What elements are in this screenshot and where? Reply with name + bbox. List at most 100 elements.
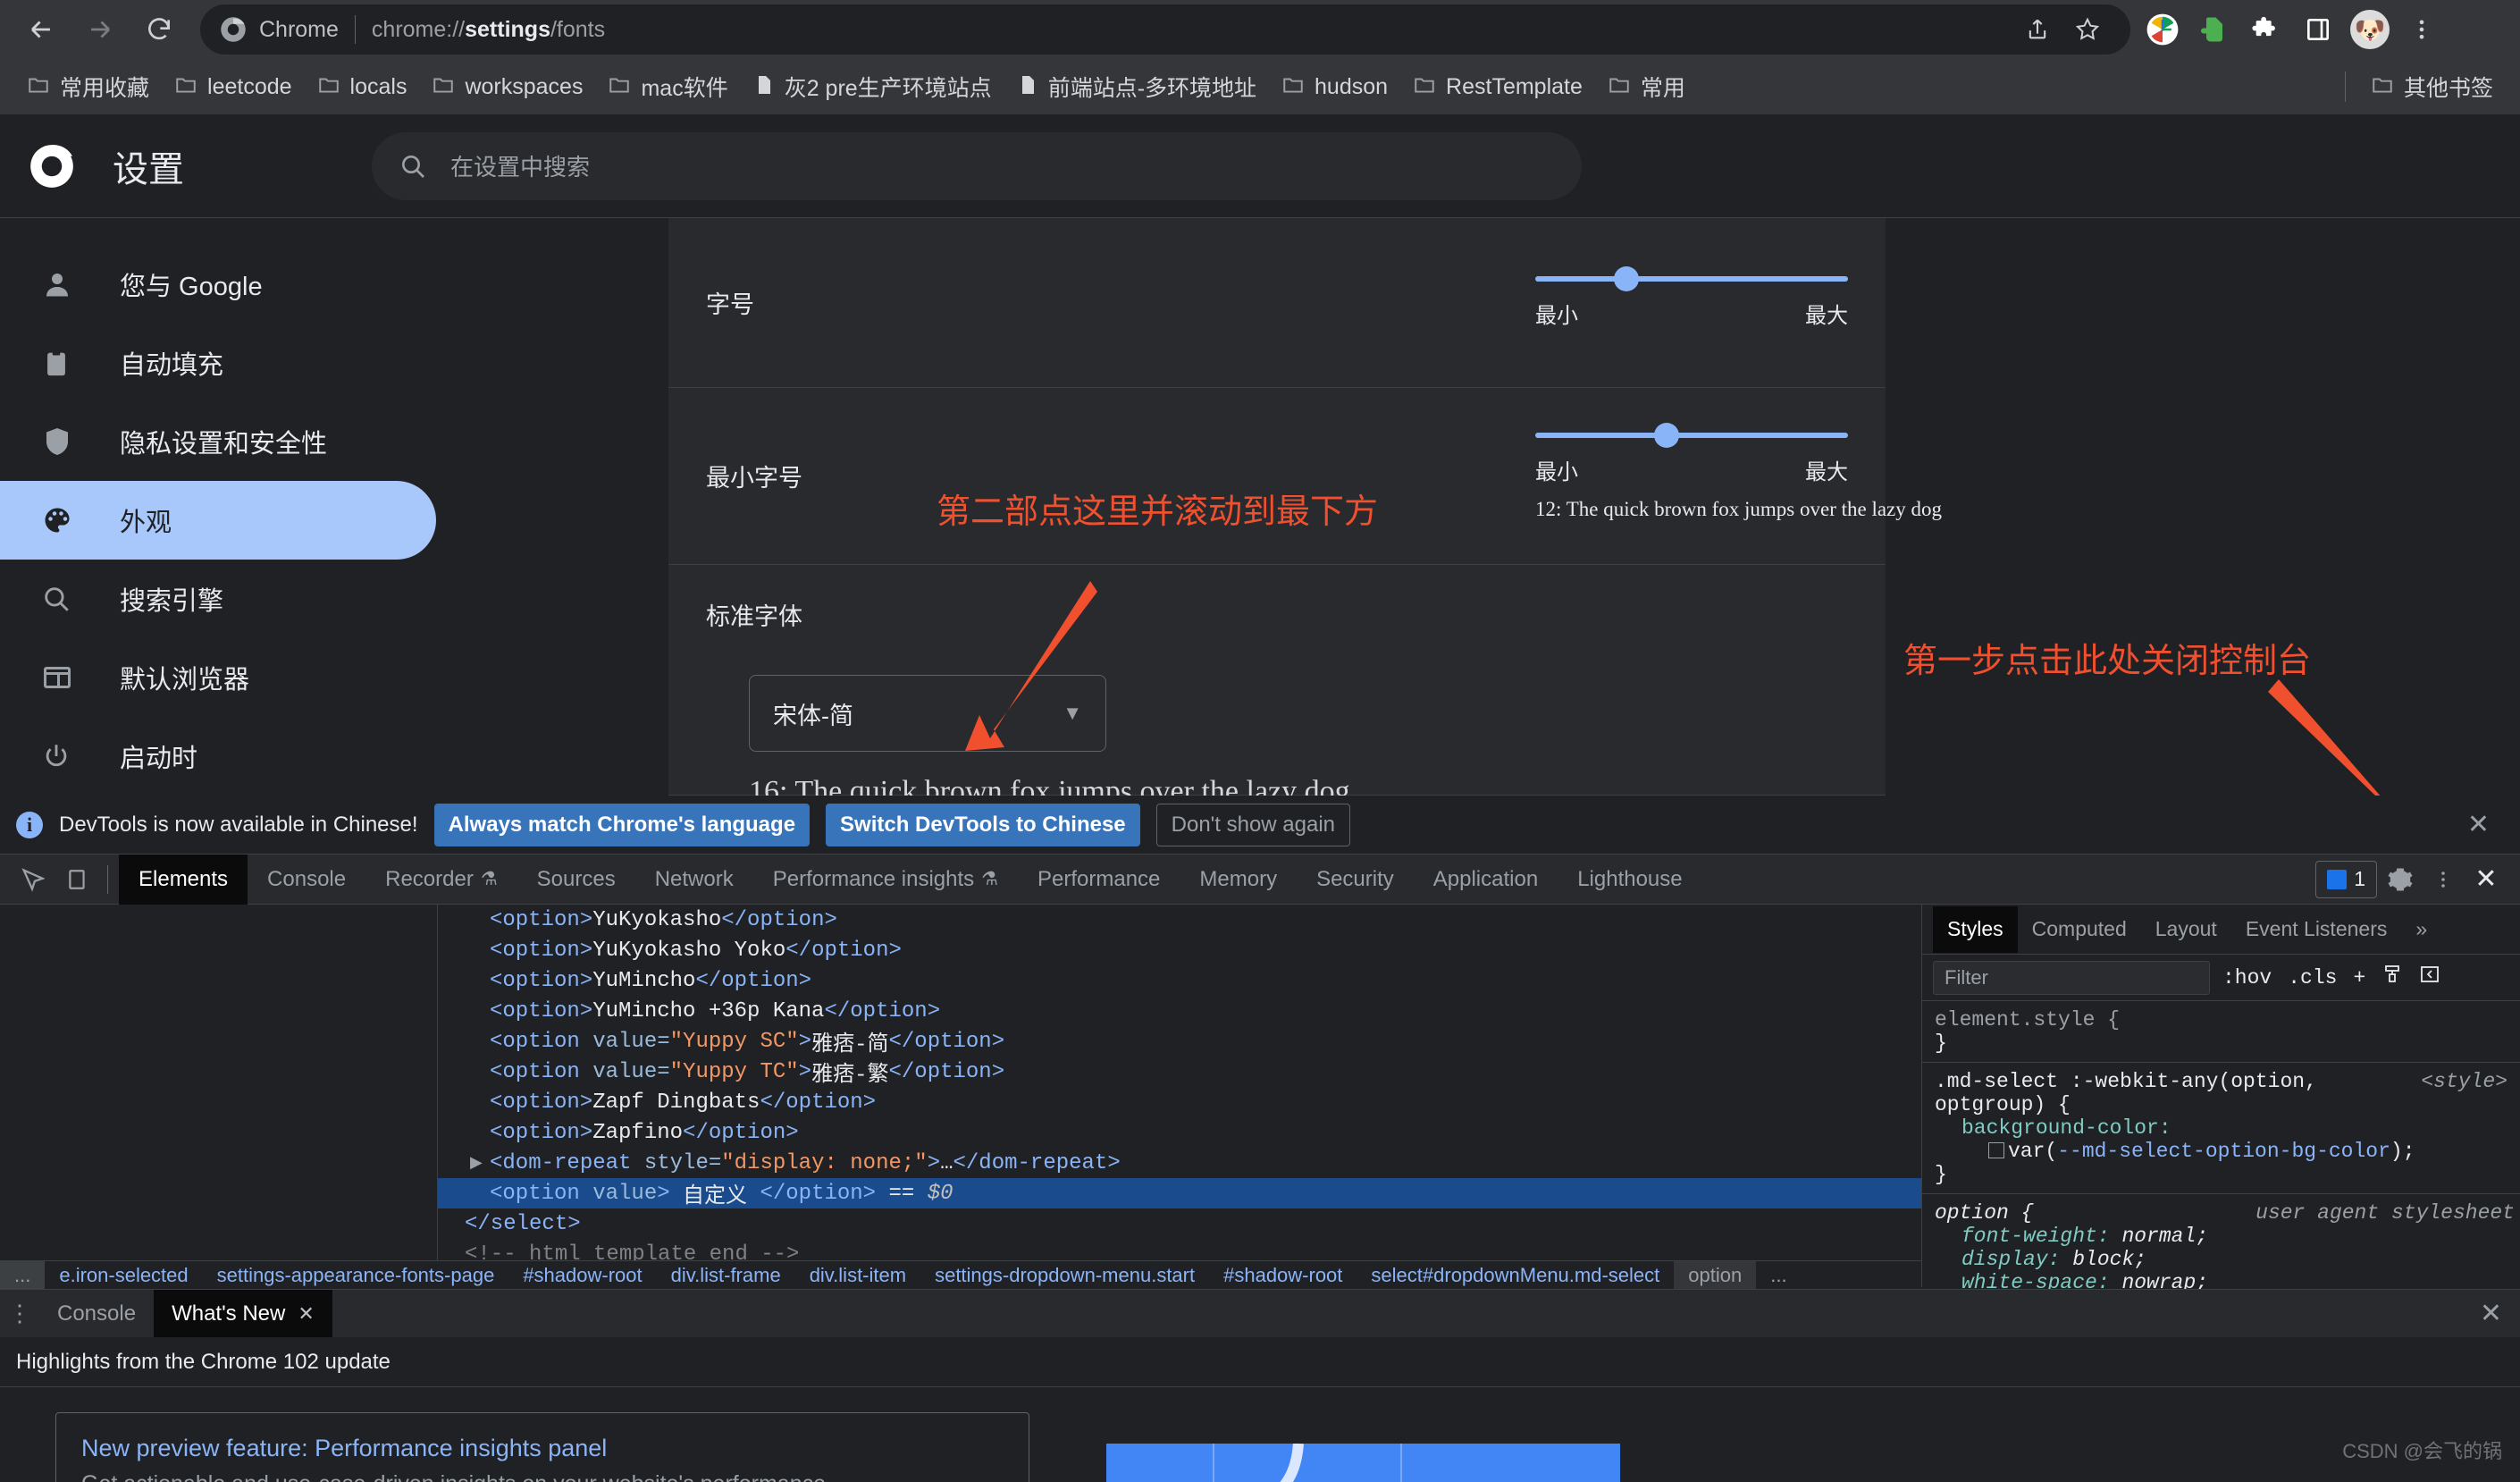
- color-swatch-icon[interactable]: [1988, 1142, 2004, 1158]
- tab-recorder[interactable]: Recorder⚗: [365, 855, 517, 905]
- cls-toggle-button[interactable]: .cls: [2284, 966, 2340, 989]
- whats-new-card-title[interactable]: New preview feature: Performance insight…: [81, 1435, 1004, 1462]
- breadcrumb-overflow-start[interactable]: ...: [0, 1261, 45, 1290]
- evernote-extension-icon[interactable]: [2191, 6, 2238, 53]
- slider-thumb[interactable]: [1654, 423, 1679, 448]
- always-match-language-button[interactable]: Always match Chrome's language: [434, 804, 811, 846]
- bookmark-item[interactable]: locals: [305, 65, 420, 108]
- tab-network[interactable]: Network: [635, 855, 753, 905]
- new-style-rule-button[interactable]: +: [2349, 966, 2369, 989]
- other-bookmarks-button[interactable]: 其他书签: [2358, 65, 2506, 108]
- bookmark-item[interactable]: mac软件: [595, 65, 740, 108]
- share-icon[interactable]: [2014, 6, 2061, 53]
- drawer-menu-icon[interactable]: ⋮: [0, 1300, 39, 1327]
- drawer-tab-console[interactable]: Console: [39, 1290, 154, 1338]
- close-icon[interactable]: ✕: [298, 1302, 314, 1326]
- slider-thumb[interactable]: [1614, 266, 1639, 291]
- dont-show-again-button[interactable]: Don't show again: [1156, 804, 1350, 846]
- breadcrumb-node[interactable]: div.list-item: [795, 1261, 920, 1290]
- three-dot-menu-icon[interactable]: [2398, 6, 2445, 53]
- breadcrumb-node-active[interactable]: option: [1674, 1261, 1756, 1290]
- min-font-size-slider[interactable]: 最小 最大 12: The quick brown fox jumps over…: [1535, 433, 1848, 521]
- bookmark-item[interactable]: RestTemplate: [1400, 65, 1595, 108]
- style-rule-element-style[interactable]: element.style { }: [1922, 1001, 2520, 1063]
- switch-devtools-language-button[interactable]: Switch DevTools to Chinese: [826, 804, 1140, 846]
- breadcrumb-node[interactable]: #shadow-root: [1209, 1261, 1357, 1290]
- bookmark-item[interactable]: hudson: [1269, 65, 1400, 108]
- toggle-sidebar-icon[interactable]: [2415, 964, 2444, 991]
- sidebar-item-you-and-google[interactable]: 您与 Google: [0, 245, 436, 324]
- dom-token: <option>: [490, 908, 592, 932]
- close-drawer-icon[interactable]: ✕: [2480, 1298, 2520, 1329]
- tab-performance-insights[interactable]: Performance insights⚗: [753, 855, 1018, 905]
- copy-styles-icon[interactable]: [2378, 964, 2407, 991]
- tab-elements[interactable]: Elements: [119, 855, 248, 905]
- tab-performance[interactable]: Performance: [1018, 855, 1180, 905]
- breadcrumb-node[interactable]: settings-appearance-fonts-page: [203, 1261, 509, 1290]
- sidebar-item-autofill[interactable]: 自动填充: [0, 324, 436, 402]
- tab-event-listeners[interactable]: Event Listeners: [2231, 906, 2402, 953]
- tab-computed[interactable]: Computed: [2018, 906, 2141, 953]
- styles-filter-input[interactable]: Filter: [1933, 961, 2210, 995]
- breadcrumb-node[interactable]: div.list-frame: [657, 1261, 795, 1290]
- bookmark-item[interactable]: 灰2 pre生产环境站点: [741, 65, 1004, 108]
- gear-icon[interactable]: [2381, 860, 2420, 899]
- dom-tree-pane[interactable]: <option>YuKyokasho</option><option>YuKyo…: [0, 905, 1921, 1287]
- styles-pane-tabs: Styles Computed Layout Event Listeners »: [1922, 905, 2520, 955]
- drawer-tab-whats-new[interactable]: What's New ✕: [154, 1290, 332, 1338]
- tab-security[interactable]: Security: [1297, 855, 1414, 905]
- more-tabs-chevron-icon[interactable]: »: [2401, 906, 2441, 953]
- style-rule-option-ua[interactable]: user agent stylesheet option { font-weig…: [1922, 1194, 2520, 1302]
- font-size-slider[interactable]: 最小 最大: [1535, 276, 1848, 329]
- tab-application[interactable]: Application: [1414, 855, 1558, 905]
- breadcrumb-node[interactable]: #shadow-root: [508, 1261, 656, 1290]
- slider-track[interactable]: [1535, 276, 1848, 282]
- bookmark-item[interactable]: 前端站点-多环境地址: [1004, 65, 1269, 108]
- bookmark-item[interactable]: workspaces: [419, 65, 595, 108]
- breadcrumb-overflow-end[interactable]: ...: [1756, 1261, 1801, 1290]
- breadcrumb-node[interactable]: e.iron-selected: [45, 1261, 202, 1290]
- tab-sources[interactable]: Sources: [517, 855, 635, 905]
- side-panel-icon[interactable]: [2295, 6, 2341, 53]
- style-rule-md-select[interactable]: <style> .md-select :-webkit-any(option, …: [1922, 1063, 2520, 1194]
- bookmark-item[interactable]: leetcode: [162, 65, 305, 108]
- dom-token: 自定义: [670, 1177, 760, 1209]
- bookmark-item[interactable]: 常用: [1595, 65, 1698, 108]
- sidebar-item-appearance[interactable]: 外观: [0, 481, 436, 560]
- search-input[interactable]: 在设置中搜索: [372, 132, 1582, 200]
- three-dot-menu-icon[interactable]: [2423, 860, 2463, 899]
- breadcrumb-node[interactable]: settings-dropdown-menu.start: [920, 1261, 1209, 1290]
- inspect-element-icon[interactable]: [13, 860, 52, 899]
- hov-toggle-button[interactable]: :hov: [2219, 966, 2275, 989]
- expand-triangle-icon[interactable]: ▶: [470, 1153, 483, 1173]
- tab-memory[interactable]: Memory: [1180, 855, 1297, 905]
- tab-console[interactable]: Console: [248, 855, 365, 905]
- close-icon[interactable]: ✕: [2466, 860, 2506, 899]
- sidebar-item-default-browser[interactable]: 默认浏览器: [0, 638, 436, 717]
- clock-extension-icon[interactable]: [2139, 6, 2186, 53]
- close-icon[interactable]: ✕: [2467, 809, 2504, 840]
- sidebar-item-on-startup[interactable]: 启动时: [0, 717, 436, 796]
- slider-track[interactable]: [1535, 433, 1848, 438]
- style-decl-property: font-weight:: [1961, 1225, 2110, 1248]
- back-button[interactable]: [16, 4, 66, 55]
- filter-placeholder: Filter: [1945, 966, 1988, 989]
- tab-layout[interactable]: Layout: [2141, 906, 2231, 953]
- tab-styles[interactable]: Styles: [1933, 906, 2018, 953]
- sidebar-item-privacy-security[interactable]: 隐私设置和安全性: [0, 402, 436, 481]
- sidebar-item-search-engine[interactable]: 搜索引擎: [0, 560, 436, 638]
- tab-lighthouse[interactable]: Lighthouse: [1558, 855, 1701, 905]
- bookmark-item[interactable]: 常用收藏: [14, 65, 162, 108]
- puzzle-extensions-icon[interactable]: [2243, 6, 2289, 53]
- device-toolbar-icon[interactable]: [57, 860, 97, 899]
- star-icon[interactable]: [2064, 6, 2111, 53]
- row-standard-font: 标准字体 宋体-简 ▼ 16: The quick brown fox jump…: [668, 565, 1886, 796]
- avatar[interactable]: 🐶: [2347, 6, 2393, 53]
- issues-badge[interactable]: 1: [2315, 861, 2377, 898]
- address-bar[interactable]: Chrome chrome://settings/fonts: [200, 4, 2130, 55]
- settings-sidebar: 您与 Google 自动填充 隐私设置和安全性 外观 搜索引擎: [0, 218, 436, 796]
- breadcrumb-node[interactable]: select#dropdownMenu.md-select: [1357, 1261, 1674, 1290]
- forward-button[interactable]: [75, 4, 125, 55]
- reload-button[interactable]: [134, 4, 184, 55]
- whats-new-card[interactable]: New preview feature: Performance insight…: [55, 1412, 1029, 1482]
